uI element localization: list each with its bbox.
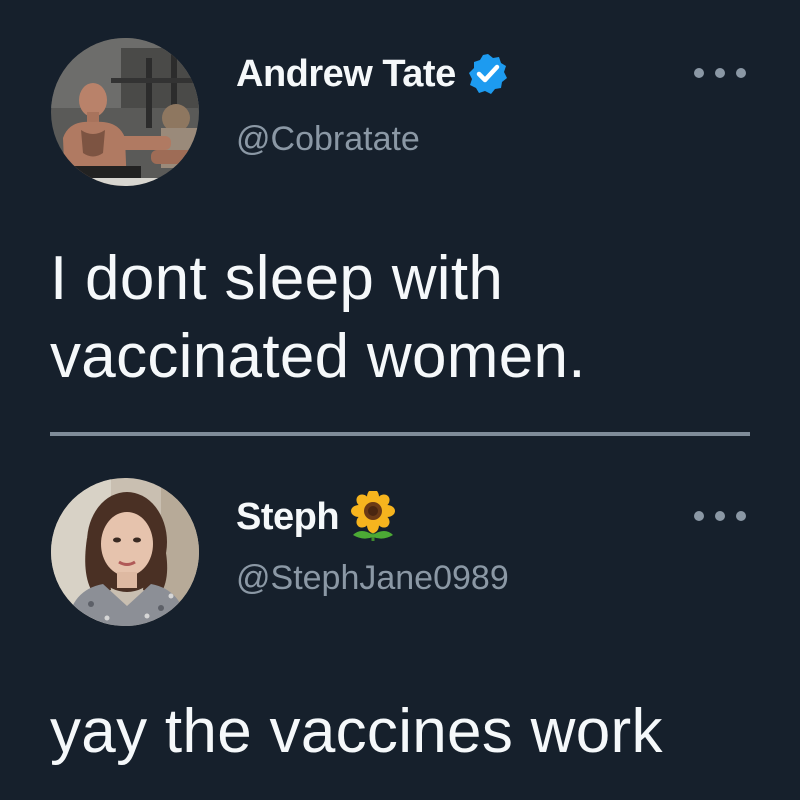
avatar[interactable] — [51, 38, 199, 186]
more-dot-icon — [715, 511, 725, 521]
tweet-text: I dont sleep with vaccinated women. — [50, 244, 586, 391]
more-options-button[interactable] — [690, 501, 750, 531]
more-dot-icon — [715, 68, 725, 78]
avatar[interactable] — [51, 478, 199, 626]
display-name[interactable]: Andrew Tate — [236, 53, 456, 96]
more-dot-icon — [694, 511, 704, 521]
name-row: Andrew Tate — [236, 52, 510, 96]
verified-badge-icon — [466, 52, 510, 96]
user-handle[interactable]: @StephJane0989 — [236, 559, 509, 598]
more-dot-icon — [694, 68, 704, 78]
more-options-button[interactable] — [690, 58, 750, 88]
tweet-card[interactable]: Steph @StephJane0989 yay the vaccines wo… — [0, 437, 800, 800]
more-dot-icon — [736, 68, 746, 78]
divider — [50, 432, 750, 436]
more-dot-icon — [736, 511, 746, 521]
sunflower-icon — [349, 489, 397, 543]
tweet-text: yay the vaccines work — [50, 697, 663, 766]
name-row: Steph — [236, 489, 397, 543]
user-handle[interactable]: @Cobratate — [236, 120, 420, 159]
display-name[interactable]: Steph — [236, 496, 340, 539]
tweet-card[interactable]: Andrew Tate @Cobratate I dont sleep with… — [0, 0, 800, 436]
